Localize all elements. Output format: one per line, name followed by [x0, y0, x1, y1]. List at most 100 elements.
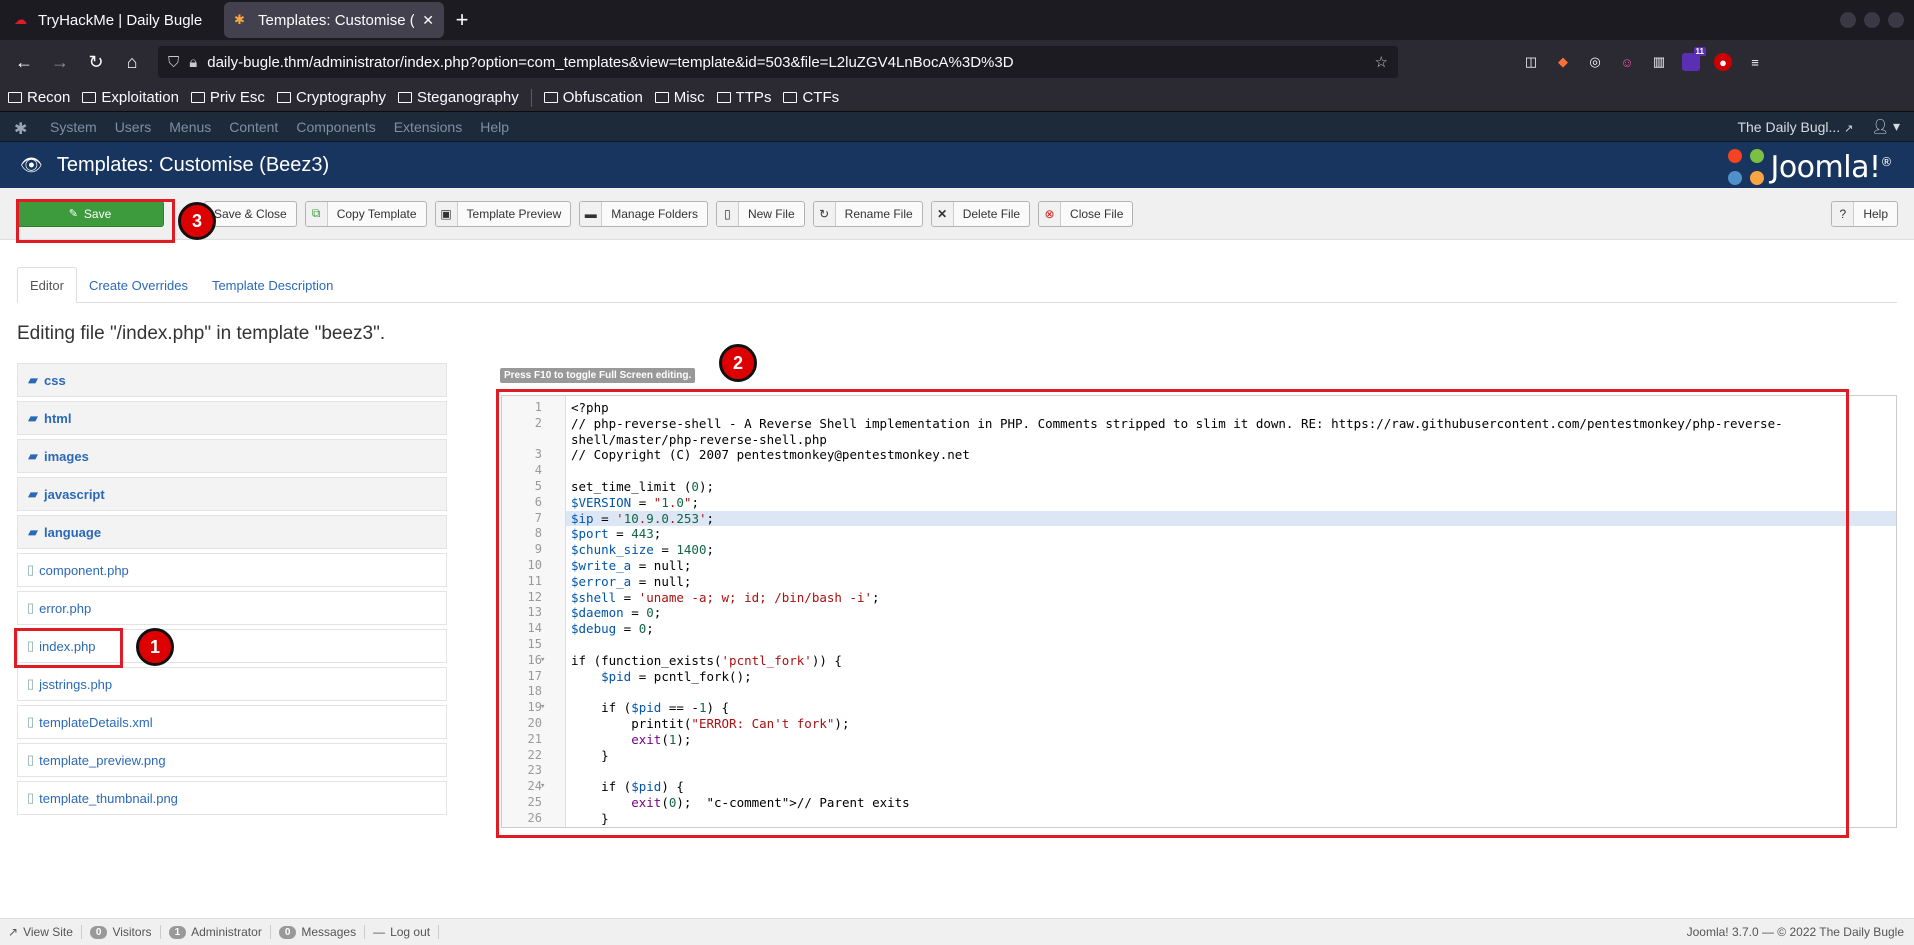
maximize-icon[interactable] [1864, 12, 1880, 28]
bookmark-label: Steganography [416, 89, 519, 106]
annotation-box-save [16, 199, 175, 243]
folder-icon [543, 92, 558, 103]
folder-html[interactable]: ▰ html [17, 401, 447, 435]
new-tab-button[interactable]: + [444, 2, 480, 38]
refresh-icon: ↻ [813, 201, 836, 226]
close-window-icon[interactable] [1888, 12, 1904, 28]
folder-language[interactable]: ▰ language [17, 515, 447, 549]
trash-icon[interactable]: ▥ [1650, 53, 1668, 71]
home-icon[interactable]: ⌂ [116, 46, 148, 78]
pocket-icon[interactable]: ◫ [1522, 53, 1540, 71]
folder-css[interactable]: ▰ css [17, 363, 447, 397]
browser-tab-templates[interactable]: ✱ Templates: Customise (Be ✕ [224, 2, 444, 38]
rename-file-button[interactable]: ↻ Rename File [812, 200, 923, 227]
wappalyzer-icon[interactable]: 11 [1682, 47, 1706, 71]
bookmark-steganography[interactable]: Steganography [397, 89, 519, 106]
close-file-button[interactable]: ⊗ Close File [1038, 200, 1134, 227]
bookmark-ttps[interactable]: TTPs [716, 89, 771, 106]
cookie-icon[interactable]: ◎ [1586, 53, 1604, 71]
menu-components[interactable]: Components [296, 119, 375, 135]
logout-link[interactable]: — Log out [373, 925, 440, 939]
forward-icon[interactable]: → [44, 46, 76, 78]
file-icon: ▯ [716, 201, 739, 226]
menu-users[interactable]: Users [115, 119, 152, 135]
avatar-extension-icon[interactable]: ☺ [1618, 53, 1636, 71]
new-file-button[interactable]: ▯ New File [715, 200, 805, 227]
template-preview-button[interactable]: ▣ Template Preview [434, 200, 572, 227]
bookmark-priv-esc[interactable]: Priv Esc [190, 89, 265, 106]
administrator-status: 1 Administrator [168, 925, 271, 939]
external-link-icon: ↗ [8, 925, 19, 939]
minimize-icon[interactable] [1840, 12, 1856, 28]
manage-folders-label: Manage Folders [611, 206, 698, 221]
ublock-icon[interactable]: ● [1714, 53, 1732, 71]
bookmark-cryptography[interactable]: Cryptography [276, 89, 386, 106]
file-label: template_thumbnail.png [39, 790, 178, 806]
bookmark-star-icon[interactable]: ☆ [1375, 53, 1388, 71]
delete-file-button[interactable]: ✕ Delete File [930, 200, 1031, 227]
help-button[interactable]: ? Help [1831, 200, 1898, 227]
editing-file-heading: Editing file "/index.php" in template "b… [17, 323, 386, 344]
copy-template-button[interactable]: ⧉ Copy Template [304, 200, 427, 227]
menu-system[interactable]: System [50, 119, 97, 135]
view-site-label: View Site [23, 925, 73, 939]
url-text[interactable]: daily-bugle.thm/administrator/index.php?… [207, 54, 1364, 71]
file-icon: ▯ [27, 714, 35, 729]
bookmark-misc[interactable]: Misc [654, 89, 705, 106]
file-template-preview-png[interactable]: ▯ template_preview.png [17, 743, 447, 777]
file-jsstrings-php[interactable]: ▯ jsstrings.php [17, 667, 447, 701]
file-icon: ▯ [27, 562, 35, 577]
folder-javascript[interactable]: ▰ javascript [17, 477, 447, 511]
shield-icon[interactable]: ⛉ [168, 54, 179, 71]
external-link-icon: ↗ [1844, 122, 1854, 135]
manage-folders-button[interactable]: ▬ Manage Folders [579, 200, 708, 227]
window-controls [1840, 12, 1904, 28]
site-name-link[interactable]: The Daily Bugl... ↗ [1737, 119, 1853, 135]
bookmark-ctfs[interactable]: CTFs [783, 89, 839, 106]
file-templatedetails-xml[interactable]: ▯ templateDetails.xml [17, 705, 447, 739]
lock-icon[interactable]: 🔒︎ [189, 54, 197, 71]
file-component-php[interactable]: ▯ component.php [17, 553, 447, 587]
menu-extensions[interactable]: Extensions [394, 119, 462, 135]
menu-content[interactable]: Content [229, 119, 278, 135]
menu-icon[interactable]: ≡ [1746, 53, 1764, 71]
browser-tab-bar: ☁ TryHackMe | Daily Bugle ✱ Templates: C… [0, 0, 1914, 40]
view-site-link[interactable]: ↗ View Site [8, 925, 82, 939]
close-tab-icon[interactable]: ✕ [422, 12, 434, 29]
folder-images[interactable]: ▰ images [17, 439, 447, 473]
menu-menus[interactable]: Menus [169, 119, 211, 135]
file-template-thumbnail-png[interactable]: ▯ template_thumbnail.png [17, 781, 447, 815]
messages-label: Messages [301, 925, 357, 939]
tryhackme-favicon-icon: ☁ [14, 12, 27, 27]
question-icon: ? [1832, 201, 1855, 226]
tab-create-overrides[interactable]: Create Overrides [77, 267, 200, 303]
toolbar: ✎ Save Save & Close ⧉ Copy Template ▣ Te… [0, 188, 1914, 240]
reload-icon[interactable]: ↻ [80, 46, 112, 78]
copy-icon: ⧉ [305, 201, 328, 226]
joomla-brand-logo: Joomla!® [1728, 149, 1892, 185]
tab-editor[interactable]: Editor [17, 267, 77, 303]
bookmark-obfuscation[interactable]: Obfuscation [543, 89, 643, 106]
file-error-php[interactable]: ▯ error.php [17, 591, 447, 625]
browser-tab-tryhackme[interactable]: ☁ TryHackMe | Daily Bugle [4, 2, 224, 38]
extension-badge: 11 [1693, 47, 1706, 56]
site-name: The Daily Bugl... [1737, 118, 1841, 135]
save-close-button[interactable]: Save & Close [204, 200, 297, 227]
file-icon: ▯ [27, 790, 35, 805]
tab-title: TryHackMe | Daily Bugle [38, 11, 203, 29]
admin-label: Administrator [191, 925, 262, 939]
foxyproxy-icon[interactable]: ◆ [1554, 53, 1572, 71]
menu-help[interactable]: Help [480, 119, 509, 135]
url-bar[interactable]: ⛉ 🔒︎ daily-bugle.thm/administrator/index… [158, 46, 1398, 78]
back-icon[interactable]: ← [8, 46, 40, 78]
messages-status[interactable]: 0 Messages [278, 925, 366, 939]
file-label: templateDetails.xml [39, 714, 153, 730]
folder-icon [716, 92, 731, 103]
bookmark-exploitation[interactable]: Exploitation [82, 89, 179, 106]
user-menu-icon[interactable]: 👤︎ ▾ [1871, 118, 1900, 135]
tab-template-description[interactable]: Template Description [200, 267, 345, 303]
file-label: error.php [39, 600, 92, 616]
bookmark-label: Recon [27, 89, 71, 106]
bookmark-recon[interactable]: Recon [8, 89, 70, 106]
joomla-logo-icon[interactable]: ✱ [14, 119, 30, 138]
